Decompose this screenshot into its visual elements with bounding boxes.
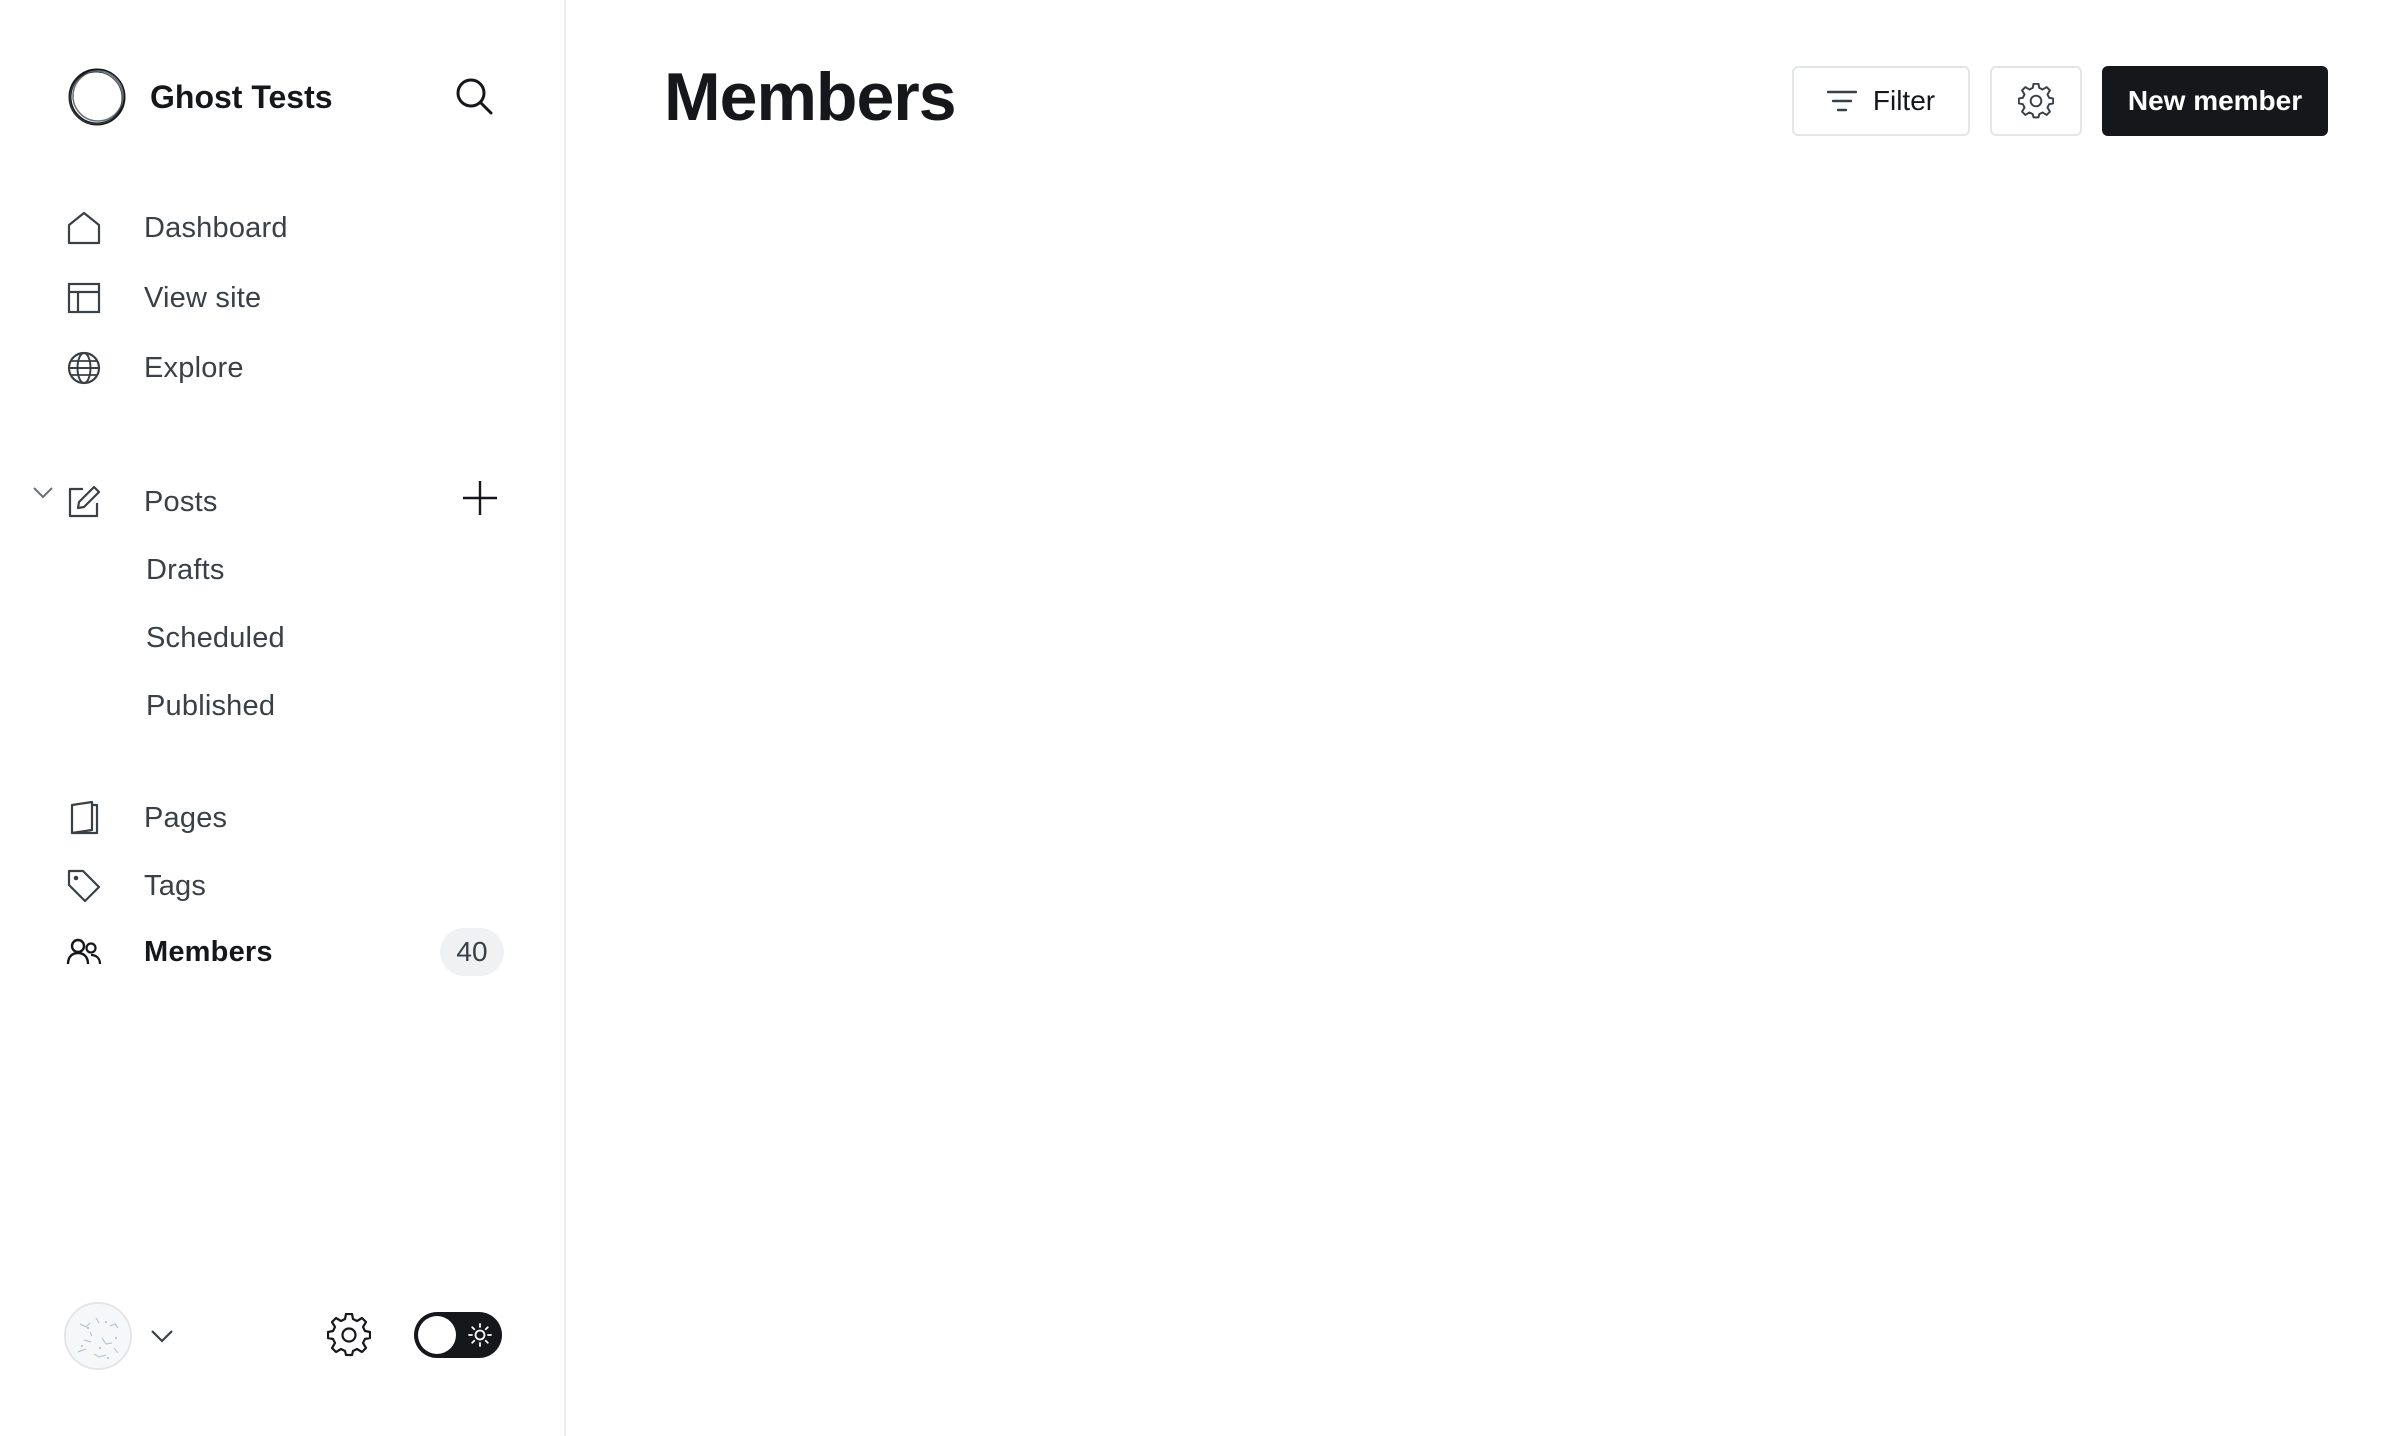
nav-explore[interactable]: Explore [66,338,506,398]
gear-icon [327,1313,371,1357]
search-button[interactable] [450,72,498,120]
new-post-button[interactable] [456,474,504,522]
globe-icon-wrap [66,338,126,398]
nav-tags-label: Tags [144,869,207,902]
site-title: Ghost Tests [150,78,333,115]
theme-toggle[interactable] [414,1312,502,1358]
nav-view-site[interactable]: View site [66,268,506,328]
user-avatar[interactable] [64,1302,132,1370]
edit-icon-wrap [66,472,126,532]
search-icon [456,78,493,115]
nav-tags[interactable]: Tags [66,856,506,916]
nav-posts[interactable]: Posts [66,472,436,532]
page-title: Members [664,59,957,135]
members-settings-button[interactable] [1990,66,2082,136]
nav-scheduled[interactable]: Scheduled [146,608,285,668]
tag-icon [67,869,101,903]
sidebar: Ghost Tests Dashboard View site Explore … [0,0,566,1436]
tag-icon-wrap [66,856,126,916]
layout-icon [67,282,101,314]
new-member-button[interactable]: New member [2102,66,2328,136]
nav-drafts[interactable]: Drafts [146,540,225,600]
members-icon [66,938,102,965]
nav-members-label: Members [144,935,273,968]
edit-icon [68,485,101,518]
page-icon-wrap [66,788,126,848]
plus-icon [463,481,497,515]
page-icon [70,800,99,835]
nav-pages-label: Pages [144,801,228,834]
nav-explore-label: Explore [144,351,244,384]
globe-icon [67,351,101,385]
nav-dashboard[interactable]: Dashboard [66,198,506,258]
filter-button[interactable]: Filter [1792,66,1970,136]
chevron-down-icon [151,1330,173,1343]
sun-icon [468,1323,492,1347]
toggle-knob [418,1316,456,1354]
filter-icon [1826,90,1857,112]
nav-view-site-label: View site [144,281,262,314]
layout-icon-wrap [66,268,126,328]
members-count-badge: 40 [440,928,504,976]
filter-button-label: Filter [1872,85,1936,116]
settings-button[interactable] [324,1310,374,1360]
user-menu-toggle[interactable] [146,1320,178,1352]
members-icon-wrap [66,922,126,982]
home-icon-wrap [66,198,126,258]
chevron-down-icon [33,487,53,499]
app-root: Ghost Tests Dashboard View site Explore … [0,0,2400,1436]
posts-collapse-toggle[interactable] [28,478,58,508]
home-icon [67,211,101,245]
site-brand[interactable]: Ghost Tests [66,64,504,130]
site-logo-icon [68,68,126,126]
gear-icon [2018,83,2054,119]
avatar-image [66,1304,130,1368]
nav-dashboard-label: Dashboard [144,211,288,244]
nav-published[interactable]: Published [146,676,275,736]
nav-posts-label: Posts [144,485,218,518]
nav-pages[interactable]: Pages [66,788,506,848]
